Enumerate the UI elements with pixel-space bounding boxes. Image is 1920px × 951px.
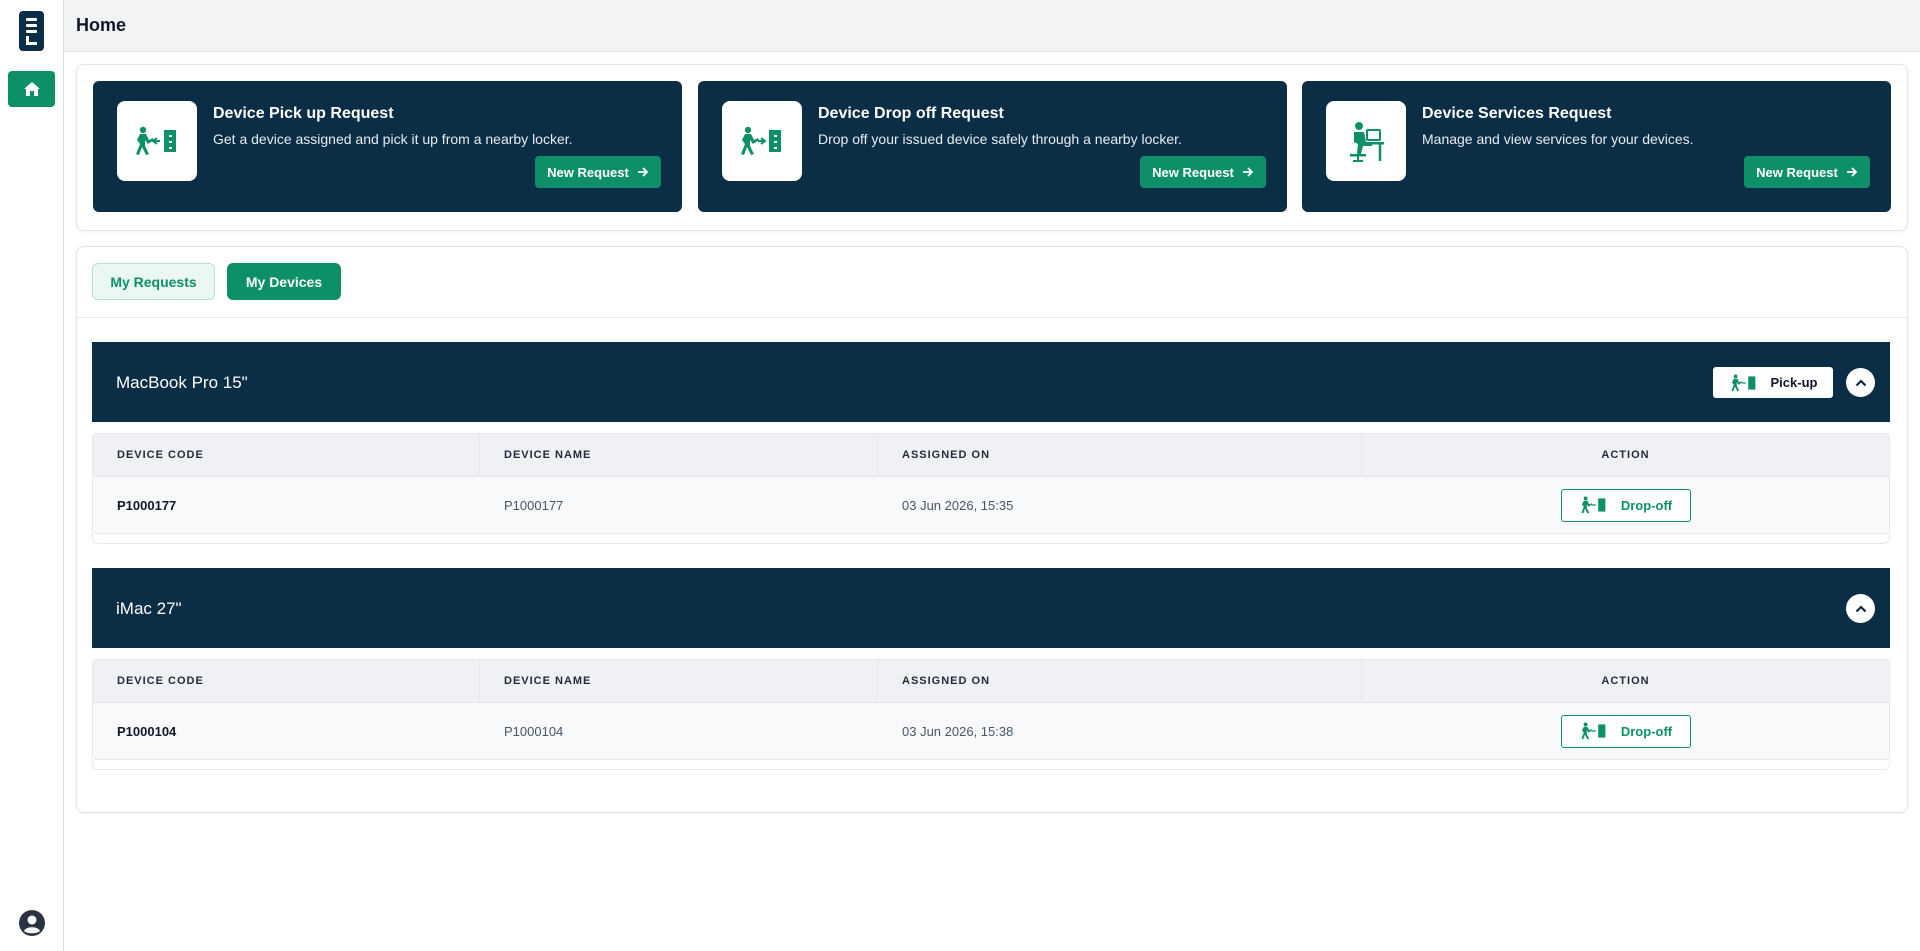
devices-panel: My Requests My Devices MacBook Pro 15" P… (76, 246, 1908, 813)
top-bar: Home (64, 0, 1920, 52)
column-header-action: ACTION (1601, 449, 1650, 461)
user-avatar-icon (19, 910, 45, 936)
home-icon (23, 82, 40, 96)
tab-my-requests[interactable]: My Requests (92, 263, 215, 300)
request-panel: Device Pick up Request Get a device assi… (76, 64, 1908, 231)
device-name-cell: P1000104 (504, 723, 564, 739)
app-logo[interactable] (19, 11, 44, 51)
column-header-device-code: DEVICE CODE (93, 660, 480, 702)
table-header-row: DEVICE CODE DEVICE NAME ASSIGNED ON ACTI… (93, 660, 1889, 703)
new-request-button[interactable]: New Request (1744, 156, 1870, 188)
pickup-label: Pick-up (1770, 375, 1818, 390)
dropoff-label: Drop-off (1620, 723, 1673, 739)
table-footer (92, 760, 1890, 770)
device-table: DEVICE CODE DEVICE NAME ASSIGNED ON ACTI… (92, 659, 1890, 760)
divider (77, 317, 1907, 318)
device-pickup-icon (1730, 373, 1755, 391)
column-header-action: ACTION (1601, 675, 1650, 687)
table-header-row: DEVICE CODE DEVICE NAME ASSIGNED ON ACTI… (93, 434, 1889, 477)
tab-my-devices[interactable]: My Devices (227, 263, 341, 300)
table-row: P1000104 P1000104 03 Jun 2026, 15:38 Dro… (93, 703, 1889, 759)
user-avatar[interactable] (18, 909, 46, 937)
assigned-on-cell: 03 Jun 2026, 15:35 (902, 497, 1014, 513)
device-pickup-icon (117, 101, 197, 181)
device-group-title: MacBook Pro 15" (116, 373, 248, 392)
device-code-cell: P1000177 (117, 497, 177, 513)
device-group: iMac 27" DEVICE CODE DEVICE NAME ASSIGNE… (92, 568, 1890, 770)
dropoff-label: Drop-off (1620, 497, 1673, 513)
sidebar (0, 0, 64, 951)
button-label: New Request (1152, 164, 1234, 180)
collapse-button[interactable] (1846, 594, 1875, 623)
device-name-cell: P1000177 (504, 497, 564, 513)
sidebar-item-home[interactable] (8, 71, 55, 107)
device-code-cell: P1000104 (117, 723, 177, 739)
device-group: MacBook Pro 15" Pick-up DEVICE CODE DEVI… (92, 342, 1890, 544)
card-description: Get a device assigned and pick it up fro… (213, 131, 573, 147)
column-header-assigned-on: ASSIGNED ON (878, 660, 1362, 702)
device-dropoff-icon (722, 101, 802, 181)
chevron-up-icon (1855, 604, 1866, 612)
table-footer (92, 534, 1890, 544)
dropoff-button[interactable]: Drop-off (1560, 488, 1691, 522)
arrow-right-icon (1242, 167, 1254, 177)
tab-bar: My Requests My Devices (92, 263, 341, 300)
device-table: DEVICE CODE DEVICE NAME ASSIGNED ON ACTI… (92, 433, 1890, 534)
device-group-header[interactable]: MacBook Pro 15" Pick-up (92, 342, 1890, 422)
services-request-card: Device Services Request Manage and view … (1302, 81, 1891, 212)
card-description: Drop off your issued device safely throu… (818, 131, 1182, 147)
new-request-button[interactable]: New Request (535, 156, 661, 188)
collapse-button[interactable] (1846, 368, 1875, 397)
action-cell: Drop-off (1362, 703, 1889, 759)
dropoff-request-card: Device Drop off Request Drop off your is… (698, 81, 1287, 212)
action-cell: Drop-off (1362, 477, 1889, 533)
column-header-device-name: DEVICE NAME (480, 434, 878, 476)
chevron-up-icon (1855, 378, 1866, 386)
new-request-button[interactable]: New Request (1140, 156, 1266, 188)
card-description: Manage and view services for your device… (1422, 131, 1694, 147)
arrow-right-icon (1846, 167, 1858, 177)
button-label: New Request (1756, 164, 1838, 180)
assigned-on-cell: 03 Jun 2026, 15:38 (902, 723, 1014, 739)
card-title: Device Pick up Request (213, 105, 394, 122)
card-title: Device Drop off Request (818, 105, 1004, 122)
column-header-device-name: DEVICE NAME (480, 660, 878, 702)
device-group-header[interactable]: iMac 27" (92, 568, 1890, 648)
device-dropoff-icon (1581, 722, 1606, 740)
dropoff-button[interactable]: Drop-off (1560, 714, 1691, 748)
table-row: P1000177 P1000177 03 Jun 2026, 15:35 Dro… (93, 477, 1889, 533)
column-header-assigned-on: ASSIGNED ON (878, 434, 1362, 476)
card-title: Device Services Request (1422, 105, 1612, 122)
device-services-icon (1326, 101, 1406, 181)
button-label: New Request (547, 164, 629, 180)
pickup-button[interactable]: Pick-up (1713, 367, 1833, 398)
pickup-request-card: Device Pick up Request Get a device assi… (93, 81, 682, 212)
arrow-right-icon (637, 167, 649, 177)
column-header-device-code: DEVICE CODE (93, 434, 480, 476)
page-title: Home (76, 15, 127, 35)
device-dropoff-icon (1581, 496, 1606, 514)
device-group-title: iMac 27" (116, 599, 182, 618)
